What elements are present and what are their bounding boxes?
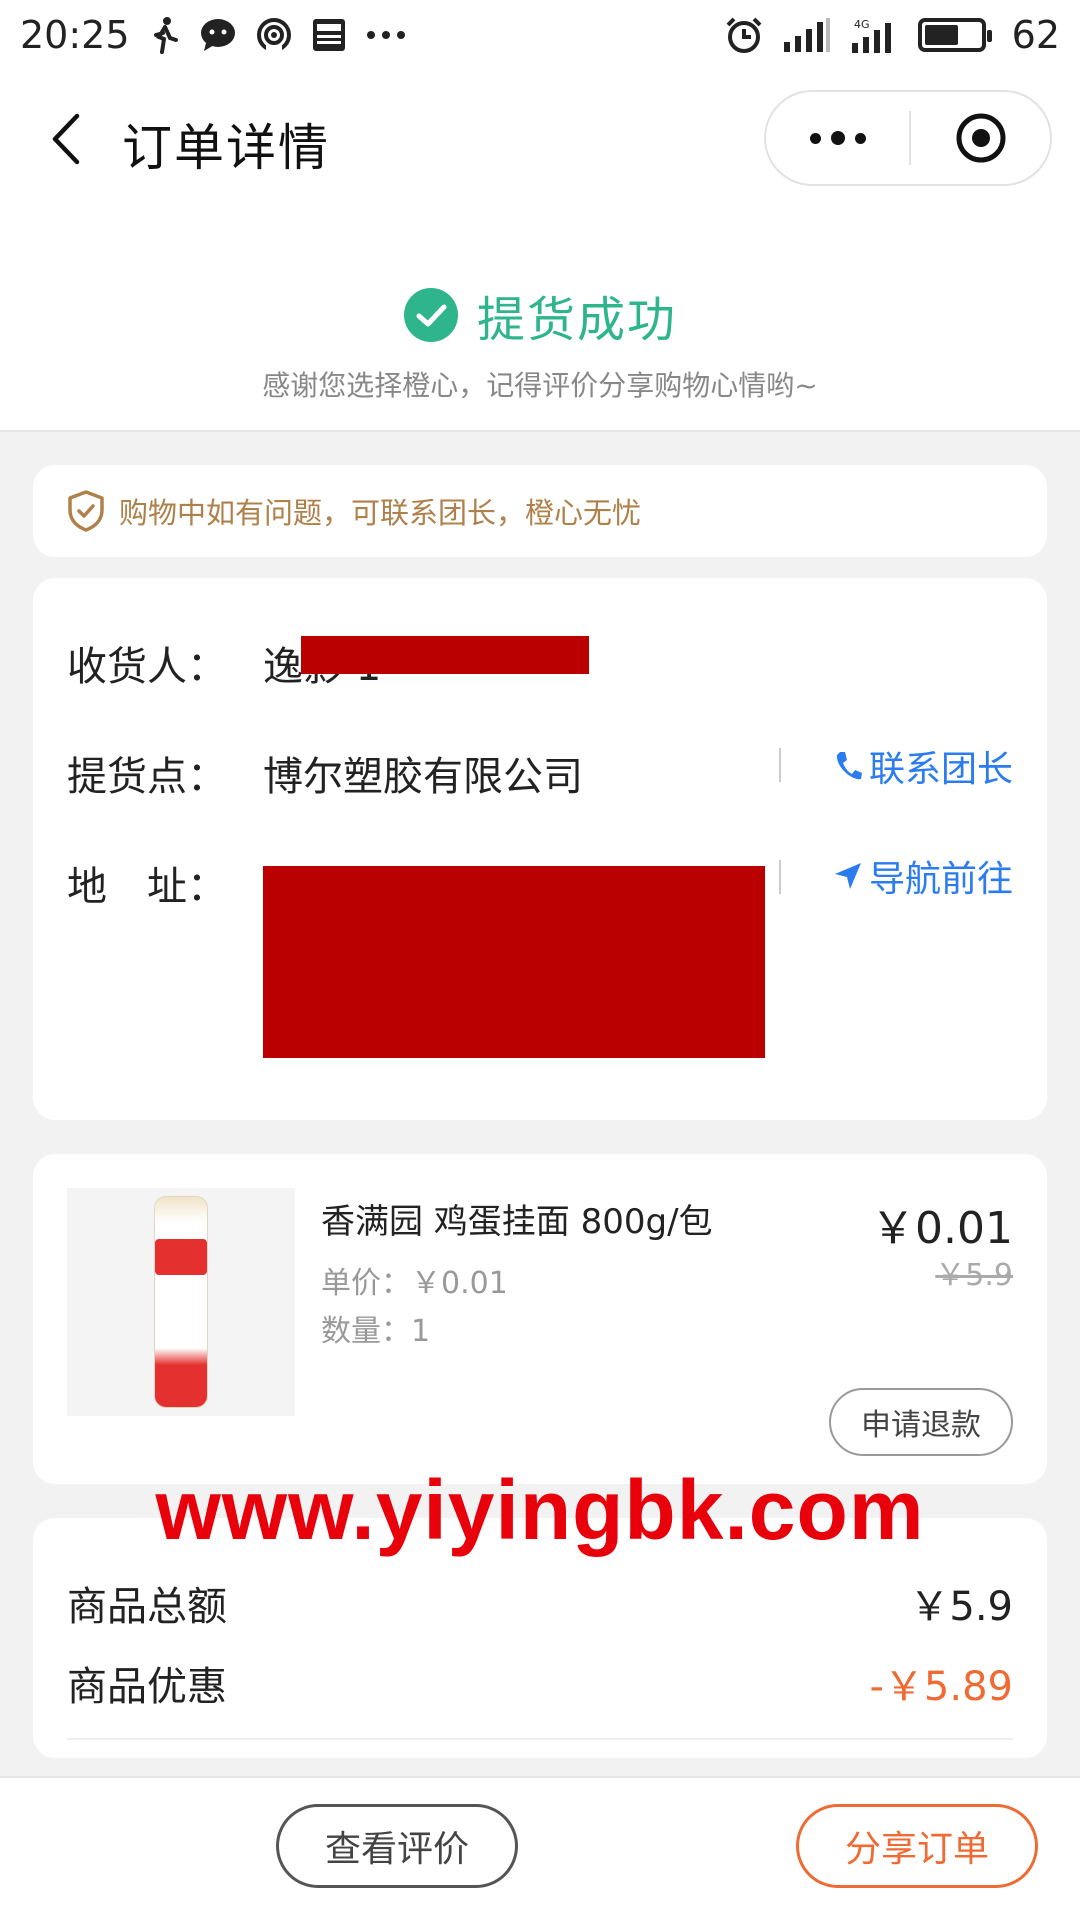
battery-percent: 62 [1011, 13, 1060, 57]
discount-value: -￥5.89 [869, 1664, 1014, 1710]
mini-program-capsule [764, 90, 1052, 186]
chevron-left-icon [52, 113, 80, 165]
noodle-package-image [154, 1196, 208, 1408]
refund-button[interactable]: 申请退款 [829, 1388, 1013, 1456]
navigation-bar: 订单详情 [0, 84, 1080, 194]
more-dot-icon [854, 132, 866, 144]
status-subtitle: 感谢您选择橙心，记得评价分享购物心情哟~ [262, 369, 818, 402]
divider [67, 1738, 1013, 1740]
chat-icon [200, 18, 236, 52]
product-image [67, 1188, 295, 1416]
more-button[interactable] [766, 92, 909, 184]
notice-text: 购物中如有问题，可联系团长，橙心无忧 [119, 496, 642, 530]
product-name: 香满园 鸡蛋挂面 800g/包 [321, 1202, 713, 1242]
separator [779, 748, 781, 782]
shield-check-icon [68, 490, 104, 532]
status-header: 提货成功 [0, 280, 1080, 350]
contact-leader-label: 联系团长 [868, 749, 1013, 790]
status-bar: 20:25 4G 62 [0, 0, 1080, 70]
hotspot-icon [256, 17, 292, 53]
watermark-text: www.yiyingbk.com [155, 1463, 925, 1557]
alarm-icon [724, 15, 764, 55]
separator [779, 860, 781, 894]
more-notifications-icon [366, 30, 406, 40]
phone-icon [836, 752, 862, 780]
bottom-action-bar: 查看评价 分享订单 [0, 1776, 1080, 1920]
product-unit-price: 单价：￥0.01 [321, 1266, 508, 1301]
status-title: 提货成功 [476, 292, 677, 348]
signal-4g-icon: 4G [850, 17, 900, 53]
news-icon [312, 18, 346, 52]
signal-icon [782, 18, 832, 52]
page-title: 订单详情 [122, 119, 330, 177]
battery-icon [917, 18, 992, 52]
battery-level [924, 25, 959, 45]
navigate-label: 导航前往 [868, 859, 1013, 900]
pickup-info-card: 收货人： 逸影 1 提货点： 博尔塑胶有限公司 联系团长 地 址： 导航前往 [33, 578, 1047, 1120]
more-dot-icon [830, 131, 845, 145]
check-circle-icon [403, 288, 458, 342]
pickup-label: 提货点： [67, 754, 227, 800]
discount-row: 商品优惠 -￥5.89 [67, 1654, 1013, 1712]
status-time: 20:25 [20, 13, 130, 57]
product-card: 香满园 鸡蛋挂面 800g/包 单价：￥0.01 数量：1 ￥0.01 ￥5.9… [33, 1154, 1047, 1484]
total-row: 商品总额 ￥5.9 [67, 1574, 1013, 1632]
target-icon [956, 113, 1005, 163]
view-review-button[interactable]: 查看评价 [276, 1804, 518, 1888]
svg-text:4G: 4G [854, 18, 870, 31]
header-area: 20:25 4G 62 订单详情 提货成功 感谢您选择橙心，记得评价分享购物心情… [0, 0, 1080, 432]
redaction-block [301, 636, 589, 674]
close-mini-program-button[interactable] [911, 92, 1050, 184]
discount-label: 商品优惠 [67, 1664, 227, 1710]
notice-card: 购物中如有问题，可联系团长，橙心无忧 [33, 465, 1047, 557]
share-order-button[interactable]: 分享订单 [796, 1804, 1038, 1888]
pickup-value: 博尔塑胶有限公司 [263, 754, 583, 800]
product-price: ￥0.01 [871, 1203, 1013, 1254]
contact-leader-link[interactable]: 联系团长 [833, 740, 1013, 792]
total-value: ￥5.9 [909, 1584, 1013, 1630]
navigation-arrow-icon [834, 863, 861, 889]
receiver-label: 收货人： [67, 644, 227, 690]
more-dot-icon [809, 132, 821, 144]
address-label: 地 址： [67, 864, 227, 910]
back-button[interactable] [36, 109, 96, 169]
product-quantity: 数量：1 [321, 1314, 431, 1349]
walking-icon [150, 16, 180, 54]
total-label: 商品总额 [67, 1584, 227, 1630]
redaction-block [263, 866, 765, 1058]
navigate-link[interactable]: 导航前往 [833, 850, 1013, 902]
product-original-price: ￥5.9 [935, 1258, 1013, 1293]
